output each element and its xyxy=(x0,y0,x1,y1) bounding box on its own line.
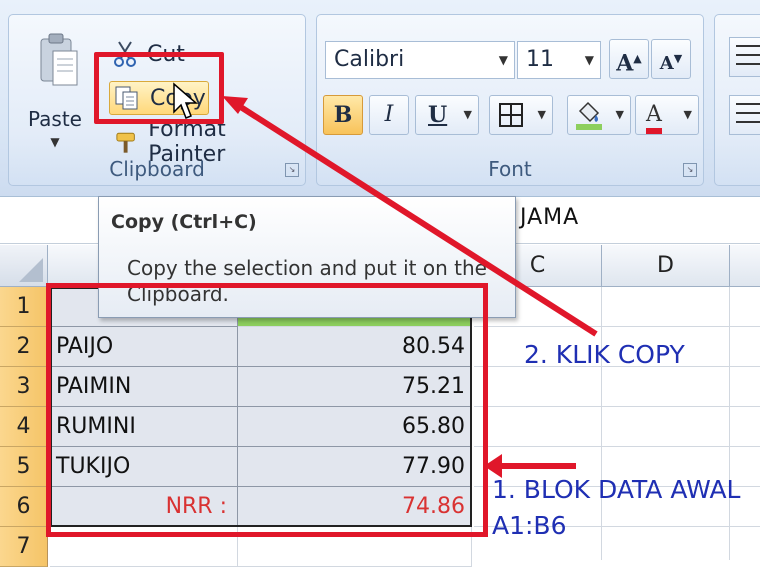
chevron-down-icon: ▼ xyxy=(683,108,692,121)
chevron-down-icon: ▼ xyxy=(615,108,624,121)
font-dialog-launcher-icon[interactable]: ↘ xyxy=(683,163,697,177)
row-header[interactable]: 5 xyxy=(0,447,48,487)
tooltip-title: Copy (Ctrl+C) xyxy=(111,211,257,233)
font-size-combobox[interactable]: 11 ▼ xyxy=(517,41,601,79)
gridline xyxy=(474,326,760,327)
chevron-down-icon: ▼ xyxy=(584,53,594,67)
shrink-font-button[interactable]: A▼ xyxy=(651,39,691,79)
column-header-d[interactable]: D xyxy=(602,245,730,287)
font-size-value: 11 xyxy=(526,47,554,72)
paste-icon xyxy=(40,33,78,86)
grow-font-button[interactable]: A▲ xyxy=(609,39,649,79)
grow-font-icon: A xyxy=(616,50,634,77)
format-painter-icon xyxy=(116,132,135,153)
formula-bar-content: JAMA xyxy=(520,205,580,230)
font-color-button[interactable]: A ▼ xyxy=(635,95,699,135)
format-painter-button[interactable]: Format Painter xyxy=(113,117,305,167)
font-name-value: Calibri xyxy=(334,47,405,72)
row-header[interactable]: 1 xyxy=(0,287,48,327)
annotation-step1-line1: 1. BLOK DATA AWAL xyxy=(492,475,741,504)
align-top-icon[interactable] xyxy=(729,37,760,77)
borders-button[interactable]: ▼ xyxy=(489,95,553,135)
underline-button[interactable]: U ▼ xyxy=(415,95,479,135)
alignment-group xyxy=(714,14,760,186)
paste-button[interactable]: Paste ▼ xyxy=(23,25,87,155)
select-all-button[interactable] xyxy=(0,245,48,287)
font-group-label: Font xyxy=(488,157,532,181)
fill-color-button[interactable]: ▼ xyxy=(567,95,631,135)
shrink-font-icon: A xyxy=(659,53,674,74)
annotation-step1: 1. BLOK DATA AWAL A1:B6 xyxy=(492,472,740,544)
chevron-down-icon: ▼ xyxy=(498,53,508,67)
gridline xyxy=(474,446,760,447)
bold-button[interactable]: B xyxy=(323,95,363,135)
font-group: Calibri ▼ 11 ▼ A▲ A▼ B I U ▼ ▼ ▼ A ▼ Fon… xyxy=(316,14,704,186)
annotation-step2: 2. KLIK COPY xyxy=(524,340,685,369)
borders-icon xyxy=(499,103,523,127)
clipboard-group-label: Clipboard xyxy=(109,157,205,181)
row-header[interactable]: 3 xyxy=(0,367,48,407)
italic-button[interactable]: I xyxy=(369,95,409,135)
data-highlight-box xyxy=(46,283,488,537)
annotation-step1-line2: A1:B6 xyxy=(492,511,567,540)
copy-highlight-box xyxy=(94,52,224,124)
row-header[interactable]: 4 xyxy=(0,407,48,447)
row-header[interactable]: 2 xyxy=(0,327,48,367)
gridline xyxy=(474,406,760,407)
chevron-down-icon: ▼ xyxy=(537,108,546,121)
paste-label: Paste xyxy=(28,107,82,131)
column-header-e[interactable] xyxy=(730,245,760,287)
row-header[interactable]: 6 xyxy=(0,487,48,527)
font-color-icon: A xyxy=(646,102,662,134)
paint-bucket-icon xyxy=(576,101,602,130)
underline-icon: U xyxy=(428,102,448,128)
paste-dropdown-arrow[interactable]: ▼ xyxy=(23,135,87,149)
row-header[interactable]: 7 xyxy=(0,527,48,567)
font-name-combobox[interactable]: Calibri ▼ xyxy=(325,41,515,79)
chevron-down-icon: ▼ xyxy=(463,108,472,121)
align-left-icon[interactable] xyxy=(729,95,760,135)
clipboard-dialog-launcher-icon[interactable]: ↘ xyxy=(285,163,299,177)
